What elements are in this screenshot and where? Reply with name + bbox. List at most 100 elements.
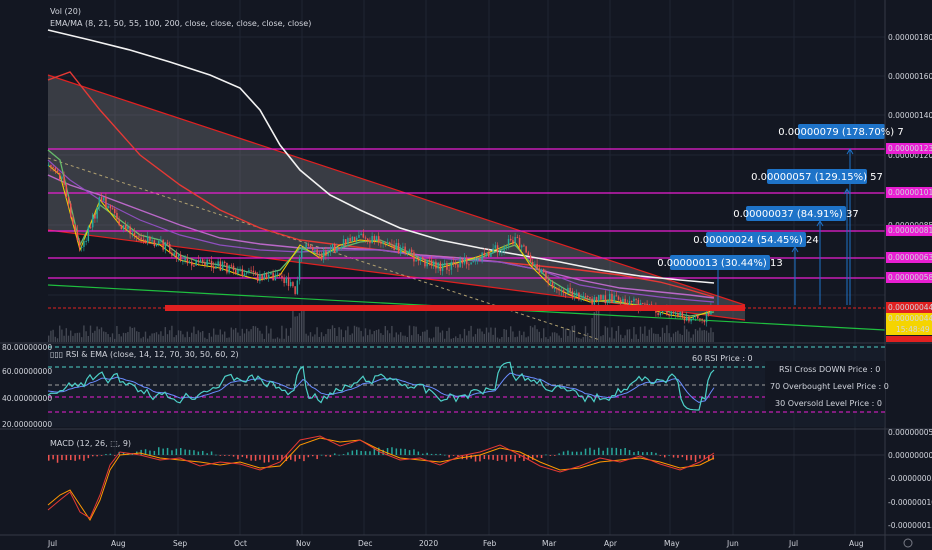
macd-hist-bar bbox=[162, 448, 164, 455]
candle-body bbox=[688, 316, 690, 322]
volume-bar bbox=[89, 325, 92, 342]
macd-hist-bar bbox=[153, 450, 156, 455]
candle-body bbox=[221, 261, 224, 271]
volume-bar bbox=[692, 334, 694, 342]
volume-bar bbox=[318, 336, 320, 342]
candle-body bbox=[609, 293, 611, 301]
macd-hist-bar bbox=[558, 453, 560, 455]
volume-bar bbox=[292, 308, 294, 342]
volume-bar bbox=[664, 333, 666, 342]
volume-bar bbox=[591, 318, 593, 342]
volume-bar bbox=[312, 336, 314, 342]
candle-body bbox=[215, 266, 217, 269]
candle-body bbox=[109, 205, 112, 209]
volume-bar bbox=[290, 327, 292, 342]
candle-body bbox=[448, 269, 450, 271]
candle-body bbox=[263, 273, 266, 280]
candle-body bbox=[199, 259, 202, 262]
volume-bar bbox=[428, 337, 430, 342]
volume-bar bbox=[259, 330, 261, 342]
macd-hist-bar bbox=[338, 454, 340, 456]
candle-body bbox=[250, 270, 252, 272]
volume-bar bbox=[402, 335, 404, 342]
volume-bar bbox=[171, 325, 173, 342]
volume-bar bbox=[470, 325, 472, 342]
candle-body bbox=[492, 248, 494, 253]
volume-bar bbox=[479, 328, 481, 342]
volume-bar bbox=[298, 313, 301, 342]
volume-bar bbox=[455, 336, 457, 342]
volume-bar bbox=[59, 325, 61, 342]
candle-body bbox=[246, 272, 248, 274]
rsi-tick-60: 60.00000000 bbox=[2, 367, 52, 376]
candle-body bbox=[334, 243, 336, 253]
volume-bar bbox=[606, 327, 609, 342]
candle-body bbox=[560, 290, 563, 292]
candle-body bbox=[424, 259, 426, 267]
candle-body bbox=[591, 298, 593, 305]
candle-body bbox=[257, 273, 259, 281]
volume-bar bbox=[609, 337, 611, 342]
candle-body bbox=[81, 246, 83, 248]
macd-hist-bar bbox=[408, 450, 411, 455]
volume-bar bbox=[496, 337, 499, 342]
candle-body bbox=[681, 312, 684, 317]
candle-body bbox=[466, 257, 468, 265]
macd-tick-2: 0.00000000 bbox=[888, 451, 932, 460]
candle-body bbox=[279, 273, 281, 276]
candle-body bbox=[67, 197, 70, 204]
candle-body bbox=[151, 240, 153, 242]
price-tag-123: 0.00000123 bbox=[886, 143, 932, 154]
volume-bar bbox=[371, 334, 373, 342]
volume-bar bbox=[338, 327, 340, 342]
macd-hist-bar bbox=[215, 454, 217, 456]
candle-body bbox=[628, 300, 631, 306]
candle-body bbox=[131, 232, 134, 234]
volume-bar bbox=[395, 332, 397, 342]
volume-bar bbox=[72, 335, 74, 342]
candle-body bbox=[373, 235, 376, 241]
candle-body bbox=[455, 263, 457, 265]
volume-bar bbox=[303, 309, 305, 342]
candle-body bbox=[417, 259, 420, 261]
volume-bar bbox=[65, 328, 67, 342]
candle-body bbox=[635, 298, 637, 300]
volume-bar bbox=[279, 338, 281, 342]
candle-body bbox=[309, 245, 312, 247]
candle-body bbox=[197, 260, 200, 262]
macd-hist-bar bbox=[576, 451, 578, 455]
trading-chart: 0.00000013 (30.44%) 13 0.00000024 (54.45… bbox=[0, 0, 932, 550]
volume-bar bbox=[116, 325, 118, 342]
macd-hist-bar bbox=[549, 455, 552, 456]
volume-bar bbox=[155, 332, 158, 342]
volume-bar bbox=[690, 337, 692, 342]
macd-hist-bar bbox=[593, 449, 596, 455]
candle-body bbox=[479, 259, 481, 261]
candle-body bbox=[510, 238, 512, 241]
candle-body bbox=[169, 244, 171, 253]
candle-body bbox=[516, 237, 519, 239]
volume-bar bbox=[228, 337, 230, 342]
macd-hist-bar bbox=[554, 455, 556, 456]
volume-bar bbox=[468, 330, 470, 342]
volume-bar bbox=[147, 338, 149, 342]
month-apr: Apr bbox=[604, 539, 618, 548]
macd-hist-bar bbox=[61, 455, 63, 461]
candle-body bbox=[582, 295, 585, 299]
candle-body bbox=[89, 226, 92, 228]
volume-bar bbox=[699, 327, 701, 342]
volume-bar bbox=[477, 328, 479, 342]
month-dec: Dec bbox=[358, 539, 373, 548]
candle-body bbox=[404, 246, 406, 253]
volume-bar bbox=[642, 333, 644, 342]
month-may: May bbox=[664, 539, 680, 548]
candle-body bbox=[514, 237, 516, 245]
candle-body bbox=[188, 261, 191, 264]
candle-body bbox=[391, 243, 393, 246]
price-tag-063: 0.00000063 bbox=[886, 252, 932, 263]
price-tag-044-red-text: 0.00000044 bbox=[888, 303, 932, 312]
macd-hist-bar bbox=[426, 452, 428, 455]
macd-hist-bar bbox=[664, 455, 666, 458]
macd-hist-bar bbox=[496, 455, 499, 461]
candle-body bbox=[144, 240, 147, 243]
